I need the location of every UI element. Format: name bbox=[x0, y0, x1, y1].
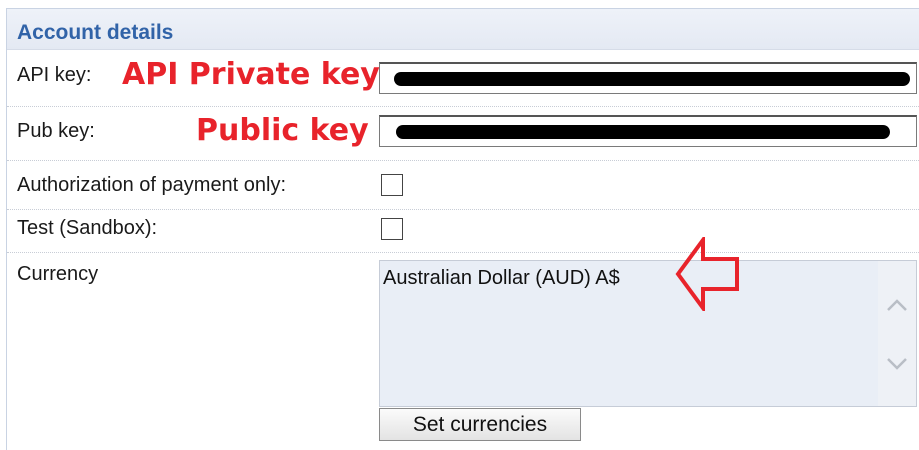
divider bbox=[7, 252, 919, 253]
set-currencies-button[interactable]: Set currencies bbox=[379, 408, 581, 441]
currency-label: Currency bbox=[17, 263, 99, 285]
pub-key-input[interactable] bbox=[379, 115, 917, 147]
test-sandbox-checkbox[interactable] bbox=[381, 218, 403, 240]
chevron-up-icon[interactable] bbox=[885, 294, 909, 318]
listbox-scrollbar[interactable] bbox=[878, 261, 916, 406]
auth-only-label: Authorization of payment only: bbox=[17, 174, 287, 196]
divider bbox=[7, 209, 919, 210]
currency-option-selected[interactable]: Australian Dollar (AUD) A$ bbox=[383, 267, 620, 290]
auth-only-checkbox[interactable] bbox=[381, 174, 403, 196]
api-key-label: API key: bbox=[17, 64, 92, 86]
api-key-input[interactable] bbox=[379, 62, 917, 94]
pub-key-annotation: Public key bbox=[196, 113, 369, 148]
pub-key-label: Pub key: bbox=[17, 120, 95, 142]
test-sandbox-label: Test (Sandbox): bbox=[17, 217, 158, 239]
chevron-down-icon[interactable] bbox=[885, 351, 909, 375]
arrow-left-annotation-icon bbox=[675, 237, 739, 311]
redacted-api-key bbox=[394, 72, 910, 86]
redacted-pub-key bbox=[396, 125, 890, 139]
currency-listbox[interactable]: Australian Dollar (AUD) A$ bbox=[379, 260, 917, 407]
divider bbox=[7, 106, 919, 107]
section-title: Account details bbox=[17, 21, 174, 44]
divider bbox=[7, 160, 919, 161]
api-key-annotation: API Private key bbox=[122, 57, 380, 92]
